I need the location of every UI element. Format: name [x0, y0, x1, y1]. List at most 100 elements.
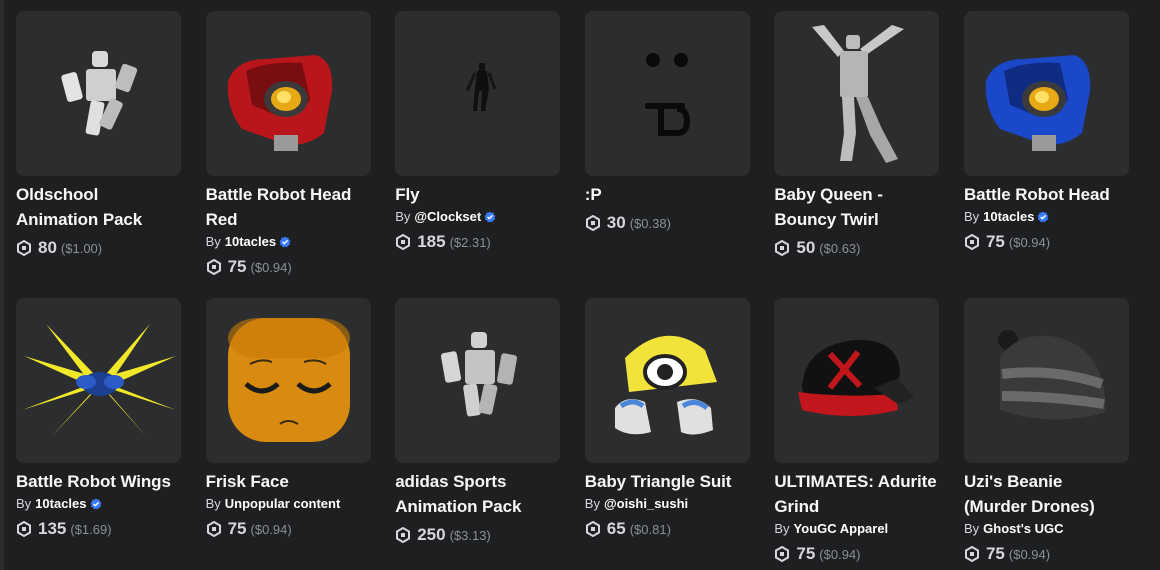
creator-name[interactable]: @oishi_sushi [604, 495, 688, 513]
price-robux: 185 [417, 232, 446, 251]
catalog-item[interactable]: Battle Robot Head Red By 10tacles 75 ($0… [205, 11, 371, 298]
price-usd: ($1.69) [70, 521, 112, 537]
item-thumbnail[interactable] [16, 298, 181, 463]
price-usd: ($0.81) [629, 521, 671, 537]
price-usd: ($0.94) [819, 546, 861, 562]
item-name[interactable]: Baby Queen - Bouncy Twirl [774, 182, 939, 232]
catalog-item[interactable]: Battle Robot Wings By 10tacles 135 ($1.6… [16, 298, 181, 566]
creator-name[interactable]: YouGC Apparel [794, 520, 889, 538]
catalog-item[interactable]: ULTIMATES: Adurite Grind By YouGC Appare… [774, 298, 940, 566]
item-thumbnail[interactable] [963, 11, 1129, 176]
item-price: 75 ($0.94) [206, 517, 371, 541]
item-name[interactable]: Baby Triangle Suit [585, 469, 750, 494]
item-name[interactable]: Frisk Face [206, 469, 371, 494]
item-name[interactable]: adidas Sports Animation Pack [395, 469, 560, 519]
catalog-grid: Oldschool Animation Pack 80 ($1.00) Batt… [16, 11, 1129, 566]
item-thumbnail[interactable] [395, 11, 561, 176]
item-thumbnail[interactable] [205, 11, 371, 176]
item-creator[interactable]: By Unpopular content [206, 495, 371, 513]
by-label: By [16, 496, 32, 511]
item-thumbnail[interactable] [774, 298, 940, 463]
catalog-item[interactable]: adidas Sports Animation Pack 250 ($3.13) [395, 298, 561, 566]
item-name[interactable]: Uzi's Beanie (Murder Drones) [964, 469, 1129, 519]
creator-name[interactable]: 10tacles [225, 233, 276, 251]
creator-name[interactable]: Unpopular content [225, 495, 341, 513]
catalog-item[interactable]: Oldschool Animation Pack 80 ($1.00) [16, 11, 181, 298]
creator-name[interactable]: Ghost's UGC [983, 520, 1063, 538]
item-thumbnail[interactable] [963, 298, 1129, 463]
price-robux: 75 [227, 519, 247, 538]
price-robux: 30 [606, 213, 626, 232]
catalog-item[interactable]: Battle Robot Head By 10tacles 75 ($0.94) [963, 11, 1129, 298]
by-label: By [205, 234, 221, 249]
item-name[interactable]: Battle Robot Head [964, 182, 1129, 207]
item-name[interactable]: Fly [395, 182, 560, 207]
robux-icon [396, 527, 411, 543]
item-thumbnail[interactable] [16, 11, 181, 176]
item-thumbnail[interactable] [395, 298, 561, 463]
price-usd: ($3.13) [449, 527, 491, 543]
black-red-cap-icon [798, 339, 915, 416]
price-usd: ($0.94) [1008, 546, 1051, 562]
catalog-item[interactable]: :P 30 ($0.38) [584, 11, 750, 298]
item-price: 250 ($3.13) [395, 523, 560, 547]
creator-name[interactable]: @Clockset [414, 208, 481, 226]
catalog-item[interactable]: Baby Queen - Bouncy Twirl 50 ($0.63) [774, 11, 940, 298]
robux-icon [585, 215, 600, 231]
item-thumbnail[interactable] [205, 298, 371, 463]
price-usd: ($0.94) [250, 259, 292, 275]
tongue-face-icon [644, 53, 690, 136]
robux-icon [206, 521, 221, 537]
price-usd: ($0.38) [629, 215, 671, 231]
robot-wings-icon [22, 324, 176, 436]
adidas-animation-figure-icon [441, 332, 518, 417]
price-usd: ($0.94) [250, 521, 292, 537]
price-usd: ($0.63) [819, 240, 861, 256]
catalog-item[interactable]: Fly By @Clockset 185 ($2.31) [395, 11, 561, 298]
frisk-face-icon [227, 318, 350, 442]
item-thumbnail[interactable] [774, 11, 940, 176]
item-creator[interactable]: By Ghost's UGC [964, 520, 1129, 538]
item-price: 135 ($1.69) [16, 517, 181, 541]
blue-robot-head-icon [985, 55, 1091, 151]
item-price: 65 ($0.81) [585, 517, 750, 541]
catalog-item[interactable]: Uzi's Beanie (Murder Drones) By Ghost's … [963, 298, 1129, 566]
item-price: 80 ($1.00) [16, 236, 181, 260]
price-robux: 250 [417, 525, 446, 544]
item-creator[interactable]: By @oishi_sushi [585, 495, 750, 513]
dancing-figure-icon [812, 25, 905, 163]
price-robux: 65 [606, 519, 626, 538]
catalog-item[interactable]: Baby Triangle Suit By @oishi_sushi 65 ($… [584, 298, 750, 566]
item-thumbnail[interactable] [584, 11, 750, 176]
item-name[interactable]: Battle Robot Wings [16, 469, 181, 494]
creator-name[interactable]: 10tacles [35, 495, 86, 513]
catalog-item[interactable]: Frisk Face By Unpopular content 75 ($0.9… [205, 298, 371, 566]
robux-icon [17, 521, 31, 537]
verified-badge-icon [1038, 211, 1049, 223]
by-label: By [205, 496, 221, 511]
robux-icon [585, 521, 600, 537]
creator-name[interactable]: 10tacles [983, 208, 1034, 226]
item-price: 75 ($0.94) [206, 255, 371, 279]
item-creator[interactable]: By 10tacles [206, 233, 371, 251]
item-name[interactable]: Oldschool Animation Pack [16, 182, 181, 232]
item-creator[interactable]: By @Clockset [395, 208, 560, 226]
item-creator[interactable]: By 10tacles [16, 495, 181, 513]
item-creator[interactable]: By YouGC Apparel [774, 520, 939, 538]
price-robux: 50 [796, 238, 816, 257]
item-thumbnail[interactable] [584, 298, 750, 463]
price-robux: 75 [227, 257, 247, 276]
oldschool-animation-figure-icon [61, 51, 138, 136]
price-robux: 75 [985, 544, 1005, 563]
item-price: 50 ($0.63) [774, 236, 939, 260]
robux-icon [964, 546, 979, 562]
verified-badge-icon [484, 211, 496, 223]
item-name[interactable]: ULTIMATES: Adurite Grind [774, 469, 939, 519]
item-name[interactable]: :P [585, 182, 750, 207]
item-creator[interactable]: By 10tacles [964, 208, 1129, 226]
price-robux: 135 [38, 519, 67, 538]
robux-icon [206, 259, 221, 275]
triangle-suit-icon [614, 335, 717, 435]
item-name[interactable]: Battle Robot Head Red [206, 182, 371, 232]
tiny-fly-figure-icon [465, 63, 497, 111]
